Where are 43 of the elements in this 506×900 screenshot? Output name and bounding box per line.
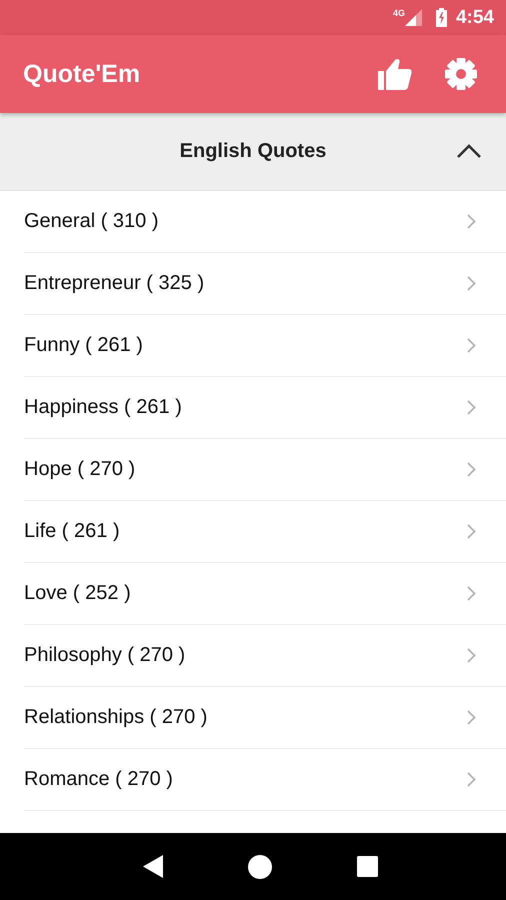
category-item[interactable]: Life ( 261 ) (24, 501, 506, 563)
chevron-right-icon (467, 400, 476, 415)
category-label: Funny ( 261 ) (24, 334, 144, 357)
chevron-right-icon (467, 338, 476, 353)
chevron-right-icon (467, 214, 476, 229)
section-title: English Quotes (180, 140, 326, 163)
recents-icon[interactable] (357, 856, 378, 877)
category-label: Hope ( 270 ) (24, 458, 136, 481)
signal-icon (404, 9, 422, 26)
app-title: Quote'Em (23, 60, 142, 88)
home-icon[interactable] (248, 854, 272, 878)
chevron-right-icon (467, 710, 476, 725)
chevron-right-icon (467, 772, 476, 787)
chevron-right-icon (467, 648, 476, 663)
network-type-label: 4G (392, 8, 405, 18)
category-item[interactable]: Entrepreneur ( 325 ) (24, 253, 506, 315)
category-item[interactable]: Love ( 252 ) (24, 563, 506, 625)
section-header[interactable]: English Quotes (0, 113, 506, 191)
chevron-right-icon (467, 462, 476, 477)
category-item[interactable]: Relationships ( 270 ) (24, 687, 506, 749)
category-label: General ( 310 ) (24, 210, 160, 233)
category-label: Philosophy ( 270 ) (24, 644, 186, 667)
clock-time: 4:54 (456, 6, 494, 28)
chevron-right-icon (467, 276, 476, 291)
chevron-right-icon (467, 524, 476, 539)
category-label: Happiness ( 261 ) (24, 396, 183, 419)
category-item[interactable]: Philosophy ( 270 ) (24, 625, 506, 687)
category-item[interactable]: Funny ( 261 ) (24, 315, 506, 377)
settings-icon[interactable] (444, 57, 478, 91)
category-label: Entrepreneur ( 325 ) (24, 272, 206, 295)
battery-charging-icon (436, 8, 447, 27)
category-label: Relationships ( 270 ) (24, 706, 208, 729)
category-item[interactable]: Hope ( 270 ) (24, 439, 506, 501)
chevron-icon[interactable] (457, 144, 481, 158)
category-item[interactable]: General ( 310 ) (24, 191, 506, 253)
category-label: Love ( 252 ) (24, 582, 132, 605)
category-label: Romance ( 270 ) (24, 768, 174, 791)
category-label: Life ( 261 ) (24, 520, 121, 543)
category-item[interactable]: Happiness ( 261 ) (24, 377, 506, 439)
category-item[interactable]: Romance ( 270 ) (24, 749, 506, 811)
thumbs-up-icon[interactable] (378, 58, 412, 90)
chevron-right-icon (467, 586, 476, 601)
back-icon[interactable] (142, 855, 163, 878)
